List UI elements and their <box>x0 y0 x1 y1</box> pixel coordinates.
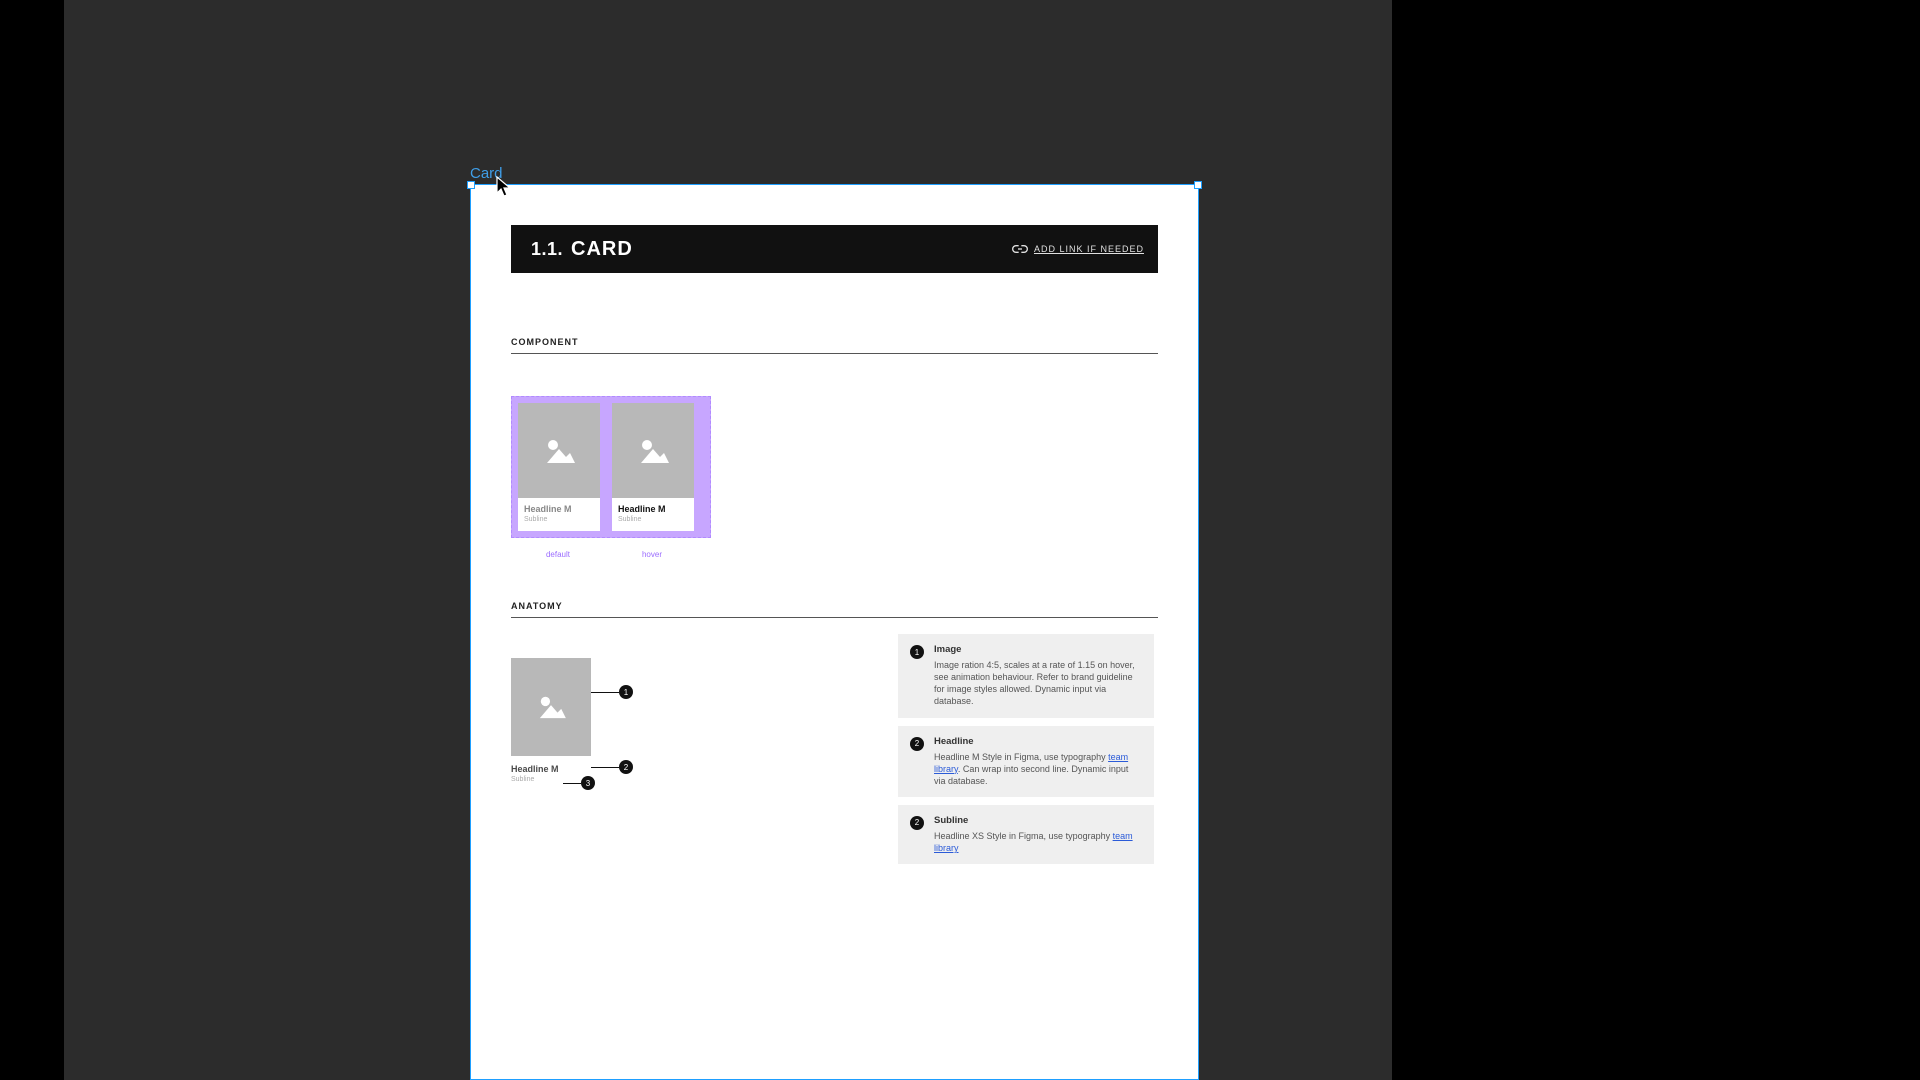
anatomy-wrap: Headline M Subline 1 2 3 1 Image Image r… <box>511 658 1158 838</box>
document-page: 1.1. CARD ADD LINK IF NEEDED COMPONENT <box>471 185 1198 1079</box>
component-variants-wrap[interactable]: Headline M Subline Headline M Subline <box>511 396 711 538</box>
spec-item: 1 Image Image ration 4:5, scales at a ra… <box>898 634 1154 718</box>
title-text: CARD <box>571 238 633 261</box>
link-icon <box>1012 244 1028 254</box>
spec-list: 1 Image Image ration 4:5, scales at a ra… <box>898 634 1154 864</box>
spec-title: Image <box>934 644 1142 655</box>
selected-frame[interactable]: 1.1. CARD ADD LINK IF NEEDED COMPONENT <box>470 184 1199 1080</box>
spec-item: 2 Headline Headline M Style in Figma, us… <box>898 726 1154 797</box>
add-link-label: ADD LINK IF NEEDED <box>1034 244 1144 254</box>
anatomy-image-placeholder <box>511 658 591 756</box>
spec-description: Headline M Style in Figma, use typograph… <box>934 751 1142 787</box>
card-headline: Headline M <box>618 504 688 514</box>
callout-dot-3: 3 <box>581 776 595 790</box>
callout-line <box>591 767 619 768</box>
spec-number: 2 <box>910 737 924 751</box>
card-image-placeholder <box>612 403 694 498</box>
card-subline: Subline <box>524 516 594 523</box>
spec-number: 1 <box>910 645 924 659</box>
section-rule <box>511 353 1158 354</box>
section-rule <box>511 617 1158 618</box>
card-variant-hover[interactable]: Headline M Subline <box>612 403 694 531</box>
section-label-component: COMPONENT <box>511 337 1158 347</box>
card-headline: Headline M <box>524 504 594 514</box>
anatomy-headline: Headline M <box>511 764 591 774</box>
spec-title: Subline <box>934 815 1142 826</box>
card-variant-default[interactable]: Headline M Subline <box>518 403 600 531</box>
title-bar: 1.1. CARD ADD LINK IF NEEDED <box>511 225 1158 273</box>
frame-label[interactable]: Card <box>470 165 503 182</box>
title-number: 1.1. <box>531 239 563 260</box>
callout-line <box>563 783 581 784</box>
spec-item: 2 Subline Headline XS Style in Figma, us… <box>898 805 1154 864</box>
callout-dot-1: 1 <box>619 685 633 699</box>
variant-label-default: default <box>517 550 599 559</box>
spec-title: Headline <box>934 736 1142 747</box>
add-link-button[interactable]: ADD LINK IF NEEDED <box>1012 244 1144 254</box>
callout-dot-2: 2 <box>619 760 633 774</box>
card-image-placeholder <box>518 403 600 498</box>
spec-description: Image ration 4:5, scales at a rate of 1.… <box>934 659 1142 708</box>
spec-number: 2 <box>910 816 924 830</box>
anatomy-subline: Subline <box>511 776 591 783</box>
card-subline: Subline <box>618 516 688 523</box>
section-label-anatomy: ANATOMY <box>511 601 1158 611</box>
spec-description: Headline XS Style in Figma, use typograp… <box>934 830 1142 854</box>
callout-line <box>591 692 619 693</box>
anatomy-card: Headline M Subline <box>511 658 591 783</box>
variant-label-hover: hover <box>611 550 693 559</box>
